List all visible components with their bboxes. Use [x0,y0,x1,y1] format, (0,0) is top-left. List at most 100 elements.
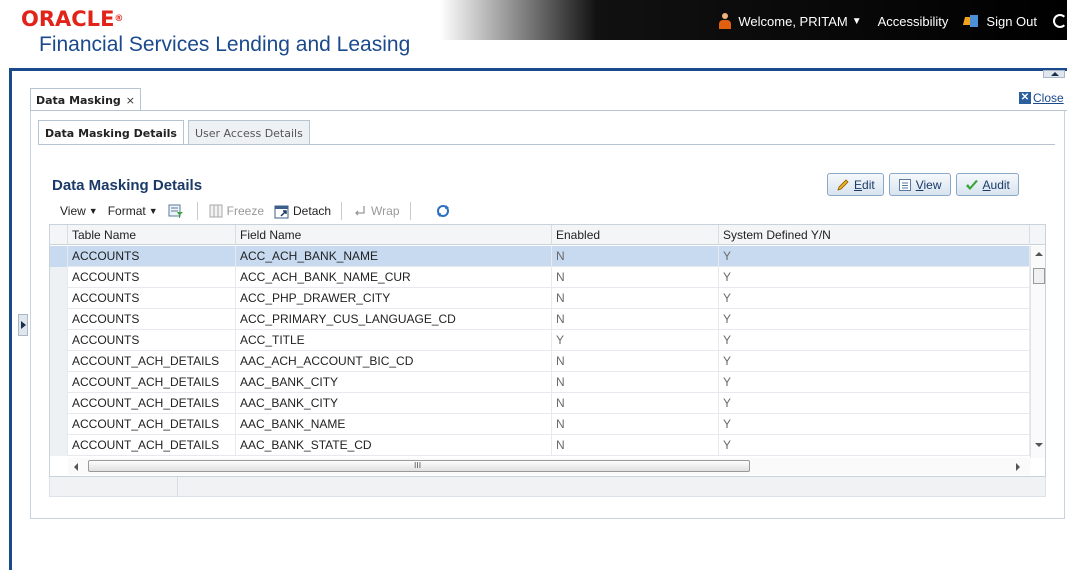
cell-system-defined: Y [719,246,1030,267]
tab-label: Data Masking [36,93,121,107]
column-header-field-name[interactable]: Field Name [236,225,552,245]
welcome-text: Welcome, PRITAM [738,13,848,29]
action-bar: Edit View Audit [822,173,1019,196]
table-row[interactable]: ACCOUNT_ACH_DETAILS AAC_BANK_CITY N Y [50,393,1030,414]
close-tab-icon[interactable]: × [126,94,135,107]
column-header-system-defined[interactable]: System Defined Y/N [719,225,1030,245]
header-divider [9,68,1067,71]
cell-system-defined: Y [719,330,1030,351]
sign-out-label: Sign Out [986,13,1037,29]
cell-enabled: N [552,414,719,435]
table-body: ACCOUNTS ACC_ACH_BANK_NAME N Y ACCOUNTS ACC_A… [50,246,1030,456]
user-menu[interactable]: Welcome, PRITAM ▼ [718,13,862,29]
cell-table-name: ACCOUNTS [68,288,236,309]
cell-enabled: Y [552,330,719,351]
scroll-grip: III [414,461,422,470]
row-header[interactable] [50,288,68,309]
toolbar-separator [409,202,411,220]
subtab-bar: Data Masking Details User Access Details [38,120,314,145]
refresh-button[interactable] [435,203,454,219]
power-icon[interactable] [1053,14,1067,28]
product-name: Financial Services Lending and Leasing [39,33,411,56]
cell-table-name: ACCOUNT_ACH_DETAILS [68,435,236,456]
row-header[interactable] [50,267,68,288]
horizontal-scrollbar[interactable]: III [68,458,1030,475]
edit-button[interactable]: Edit [827,173,884,196]
close-label: Close [1033,91,1064,105]
cell-enabled: N [552,372,719,393]
horizontal-scroll-thumb[interactable]: III [88,460,750,472]
wrap-icon [352,203,368,219]
table-row[interactable]: ACCOUNT_ACH_DETAILS AAC_BANK_CITY N Y [50,372,1030,393]
cell-system-defined: Y [719,393,1030,414]
cell-enabled: N [552,267,719,288]
query-by-example-button[interactable] [168,203,187,219]
row-header-corner [50,225,68,245]
column-header-table-name[interactable]: Table Name [68,225,236,245]
cell-table-name: ACCOUNT_ACH_DETAILS [68,372,236,393]
detach-button[interactable]: Detach [274,203,331,219]
cell-field-name: ACC_PRIMARY_CUS_LANGUAGE_CD [236,309,552,330]
table-row[interactable]: ACCOUNTS ACC_PHP_DRAWER_CITY N Y [50,288,1030,309]
close-icon: ✕ [1019,92,1031,104]
scroll-up-icon[interactable] [1035,252,1043,256]
row-header[interactable] [50,435,68,456]
cell-table-name: ACCOUNT_ACH_DETAILS [68,351,236,372]
wrap-button[interactable]: Wrap [352,203,400,219]
view-menu-label: View [60,204,86,218]
cell-system-defined: Y [719,372,1030,393]
audit-label: Audit [982,177,1010,192]
column-header-enabled[interactable]: Enabled [552,225,719,245]
cell-enabled: N [552,393,719,414]
vertical-scrollbar[interactable] [1030,246,1045,458]
chevron-down-icon: ▼ [851,15,862,27]
table-row[interactable]: ACCOUNTS ACC_ACH_BANK_NAME_CUR N Y [50,267,1030,288]
tab-data-masking-details[interactable]: Data Masking Details [38,120,184,145]
cell-enabled: N [552,288,719,309]
view-menu[interactable]: View ▼ [60,204,98,218]
scroll-left-icon[interactable] [74,463,78,471]
row-header[interactable] [50,351,68,372]
cell-enabled: N [552,309,719,330]
scroll-down-icon[interactable] [1035,443,1043,447]
row-header[interactable] [50,414,68,435]
freeze-label: Freeze [226,204,265,218]
sign-out-link[interactable]: Sign Out [963,13,1037,29]
view-button[interactable]: View [888,173,951,196]
scroll-thumb[interactable] [1033,268,1045,284]
subtab-underline [38,144,1055,145]
format-menu[interactable]: Format ▼ [108,204,158,218]
table-row[interactable]: ACCOUNT_ACH_DETAILS AAC_BANK_STATE_CD N Y [50,435,1030,456]
chevron-down-icon: ▼ [88,206,98,216]
audit-button[interactable]: Audit [955,173,1019,196]
row-header[interactable] [50,372,68,393]
table-row[interactable]: ACCOUNT_ACH_DETAILS AAC_BANK_NAME N Y [50,414,1030,435]
cell-table-name: ACCOUNTS [68,267,236,288]
row-header[interactable] [50,246,68,267]
cell-field-name: ACC_TITLE [236,330,552,351]
row-header[interactable] [50,309,68,330]
cell-enabled: N [552,351,719,372]
accessibility-link[interactable]: Accessibility [878,14,949,29]
table-row[interactable]: ACCOUNTS ACC_TITLE Y Y [50,330,1030,351]
table-row[interactable]: ACCOUNTS ACC_ACH_BANK_NAME N Y [50,246,1030,267]
row-header[interactable] [50,330,68,351]
tab-user-access-details[interactable]: User Access Details [187,120,310,145]
cell-table-name: ACCOUNT_ACH_DETAILS [68,393,236,414]
expand-left-panel-toggle[interactable] [18,314,28,336]
toolbar-separator [341,202,343,220]
table-footer [49,477,1046,497]
close-button[interactable]: ✕ Close [1019,91,1064,105]
cell-field-name: AAC_BANK_STATE_CD [236,435,552,456]
freeze-button[interactable]: Freeze [208,203,264,219]
scroll-right-icon[interactable] [1016,463,1020,471]
view-list-icon [898,178,912,192]
chevron-down-icon: ▼ [148,206,158,216]
table-row[interactable]: ACCOUNTS ACC_PRIMARY_CUS_LANGUAGE_CD N Y [50,309,1030,330]
row-header[interactable] [50,393,68,414]
left-divider [9,68,12,570]
collapse-header-toggle[interactable] [1043,70,1065,78]
table-row[interactable]: ACCOUNT_ACH_DETAILS AAC_ACH_ACCOUNT_BIC_C… [50,351,1030,372]
tab-data-masking[interactable]: Data Masking × [30,88,141,111]
table-toolbar: View ▼ Format ▼ Freeze Detach Wrap [52,199,1047,223]
